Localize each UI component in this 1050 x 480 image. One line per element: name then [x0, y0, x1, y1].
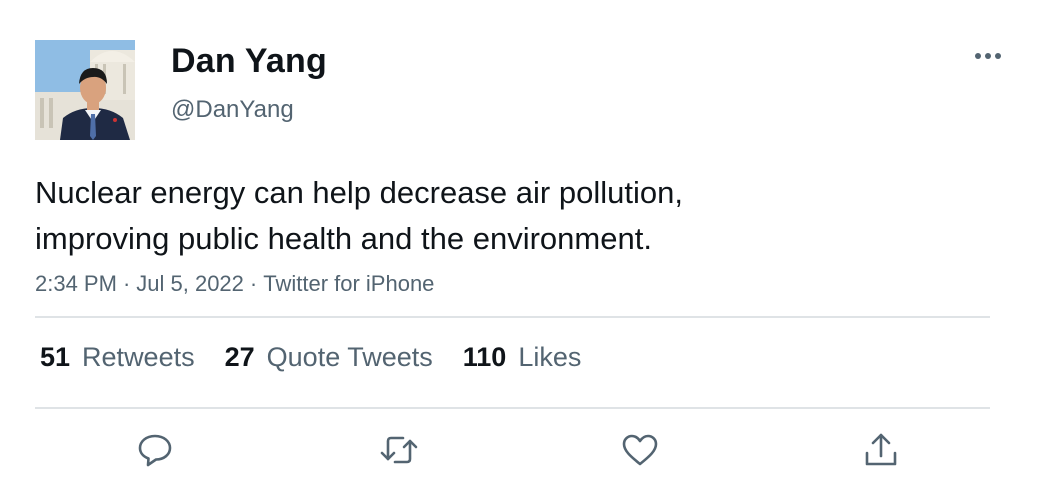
- divider: [35, 316, 990, 318]
- quote-tweets-label: Quote Tweets: [266, 342, 433, 372]
- more-options-button[interactable]: [970, 42, 1006, 70]
- tweet-meta: 2:34 PM · Jul 5, 2022 · Twitter for iPhone: [35, 271, 434, 297]
- likes-count: 110: [462, 342, 507, 372]
- more-dots-icon: [975, 53, 1001, 59]
- tweet-stats: 51 Retweets 27 Quote Tweets 110 Likes: [40, 342, 581, 373]
- likes-label: Likes: [518, 342, 582, 372]
- meta-separator: ·: [122, 271, 131, 296]
- tweet-text-line: Nuclear energy can help decrease air pol…: [35, 175, 683, 210]
- divider: [35, 407, 990, 409]
- like-button[interactable]: [618, 428, 662, 472]
- tweet-time[interactable]: 2:34 PM: [35, 271, 117, 296]
- avatar[interactable]: [35, 40, 135, 140]
- like-icon: [622, 434, 658, 466]
- quote-tweets-count: 27: [224, 342, 255, 372]
- author-handle[interactable]: @DanYang: [171, 96, 294, 124]
- tweet-text: Nuclear energy can help decrease air pol…: [35, 170, 935, 262]
- tweet-text-line: improving public health and the environm…: [35, 221, 652, 256]
- retweets-label: Retweets: [82, 342, 195, 372]
- author-display-name[interactable]: Dan Yang: [171, 42, 327, 81]
- likes-stat[interactable]: 110 Likes: [463, 342, 582, 373]
- share-icon: [865, 433, 897, 466]
- avatar-image: [35, 40, 135, 140]
- retweet-button[interactable]: [377, 428, 421, 472]
- quote-tweets-stat[interactable]: 27 Quote Tweets: [225, 342, 433, 373]
- meta-separator: ·: [249, 271, 258, 296]
- retweets-stat[interactable]: 51 Retweets: [40, 342, 195, 373]
- share-button[interactable]: [859, 428, 903, 472]
- reply-button[interactable]: [133, 428, 177, 472]
- tweet-source[interactable]: Twitter for iPhone: [263, 271, 434, 296]
- tweet-date[interactable]: Jul 5, 2022: [136, 271, 244, 296]
- reply-icon: [138, 434, 172, 467]
- retweet-icon: [380, 436, 418, 464]
- retweets-count: 51: [40, 342, 71, 372]
